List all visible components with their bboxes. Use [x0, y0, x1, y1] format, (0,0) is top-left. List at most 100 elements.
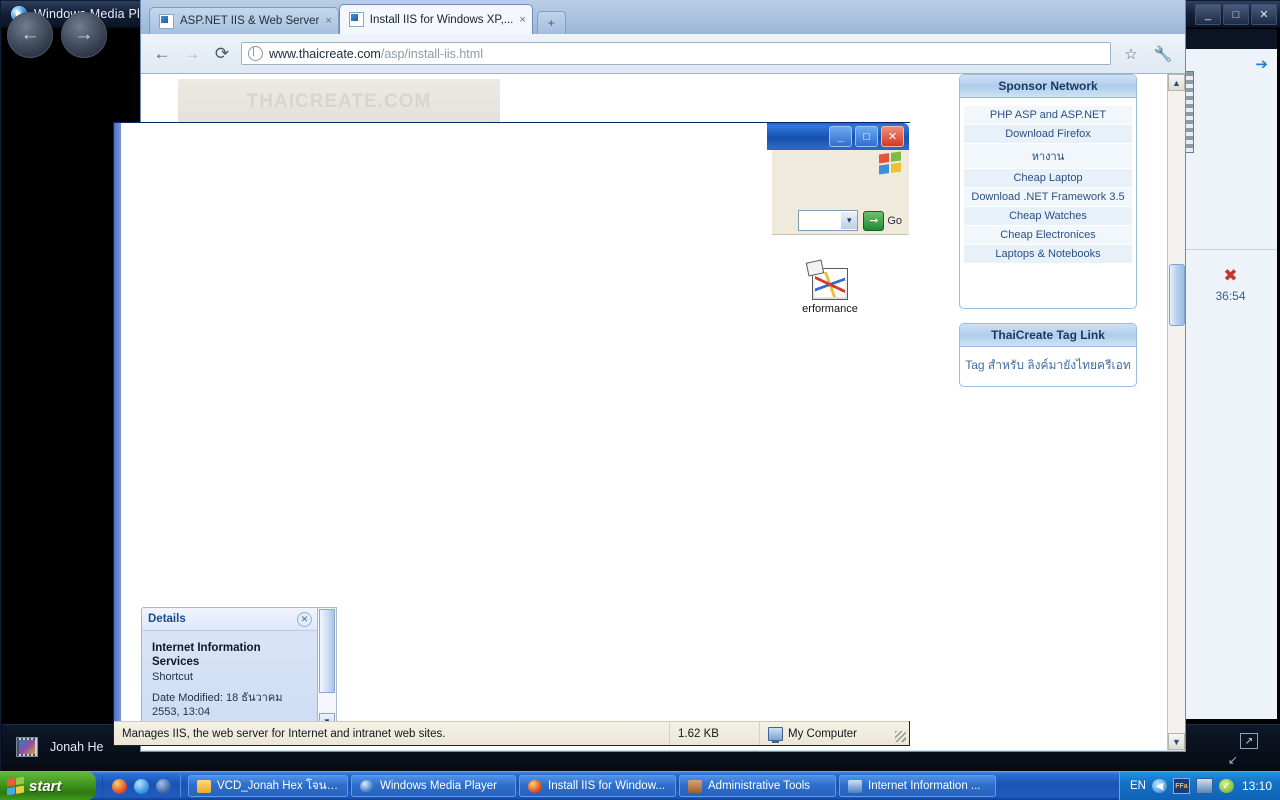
taskbar-clock[interactable]: 13:10 — [1242, 779, 1272, 793]
explorer-toolbar[interactable] — [772, 175, 909, 208]
browser-toolbar[interactable]: ← → ⟳ www.thaicreate.com/asp/install-iis… — [141, 34, 1185, 74]
browser-tab-2-label: Install IIS for Windows XP,... — [369, 13, 514, 26]
scroll-up-arrow-icon[interactable]: ▲ — [1168, 74, 1185, 91]
sponsor-link[interactable]: หางาน — [964, 144, 1132, 169]
wmp-playlist-panel[interactable]: ➔ ✖ 36:54 — [1180, 29, 1277, 719]
windows-flag-icon — [7, 776, 24, 796]
forward-button-icon[interactable]: → — [181, 43, 203, 65]
details-panel-header[interactable]: Details ✕ — [142, 608, 318, 631]
explorer-window[interactable]: erformance Details ✕ Internet Informatio… — [113, 122, 910, 746]
explorer-minimize-button[interactable]: _ — [829, 126, 852, 147]
film-icon — [16, 737, 38, 757]
sponsor-link[interactable]: Cheap Watches — [964, 207, 1132, 226]
tag-link-text[interactable]: Tag สำหรับ ลิงค์มายังไทยครีเอท — [960, 347, 1136, 386]
taskbar-window-buttons[interactable]: VCD_Jonah Hex โจนา... Windows Media Play… — [188, 775, 1119, 797]
reload-button-icon[interactable]: ⟳ — [211, 43, 233, 65]
security-shield-icon[interactable]: ✓ — [1218, 779, 1234, 793]
explorer-status-bar: Manages IIS, the web server for Internet… — [114, 721, 909, 745]
explorer-go-label: Go — [887, 214, 902, 227]
previous-icon[interactable]: ◀ — [1151, 779, 1167, 793]
explorer-left-pane-edge — [114, 123, 121, 745]
explorer-go-button[interactable]: ➞ Go — [863, 210, 902, 231]
browser-tab-strip[interactable]: ASP.NET IIS & Web Server × Install IIS f… — [141, 0, 1185, 34]
taskbar-button-label: Internet Information ... — [868, 780, 981, 792]
address-bar[interactable]: www.thaicreate.com/asp/install-iis.html — [241, 42, 1111, 65]
browser-icon — [528, 779, 542, 793]
taskbar-button-label: Install IIS for Window... — [548, 780, 665, 792]
wmp-resize-handle[interactable]: ↙ — [1228, 753, 1238, 767]
taskbar-button-admin-tools[interactable]: Administrative Tools — [679, 775, 836, 797]
browser-opera-icon[interactable] — [112, 778, 127, 794]
red-x-icon[interactable]: ✖ — [1184, 266, 1277, 286]
wmp-minimize-button[interactable]: _ — [1195, 4, 1221, 25]
explorer-close-button[interactable]: ✕ — [881, 126, 904, 147]
explorer-address-bar[interactable]: ▾ ➞ Go — [772, 207, 909, 235]
taskbar-button-wmp[interactable]: Windows Media Player — [351, 775, 516, 797]
taskbar-button-iis[interactable]: Internet Information ... — [839, 775, 996, 797]
taskbar-button-vcd[interactable]: VCD_Jonah Hex โจนา... — [188, 775, 348, 797]
page-vertical-scrollbar[interactable]: ▲ ▼ — [1167, 74, 1185, 750]
status-location-text: My Computer — [788, 727, 858, 740]
taskbar-button-label: Windows Media Player — [380, 780, 497, 792]
network-icon[interactable] — [1195, 778, 1213, 794]
bookmark-star-icon[interactable]: ☆ — [1119, 43, 1143, 65]
start-button[interactable]: start — [0, 772, 96, 800]
sponsor-link[interactable]: Download .NET Framework 3.5 — [964, 188, 1132, 207]
blue-right-arrow-icon[interactable]: ➔ — [1255, 55, 1268, 73]
firefox-alert-icon[interactable]: FFa — [1172, 778, 1190, 794]
details-panel[interactable]: Details ✕ Internet Information Services … — [141, 607, 319, 731]
explorer-maximize-button[interactable]: □ — [855, 126, 878, 147]
back-button-icon[interactable]: ← — [151, 43, 173, 65]
scroll-down-arrow-icon[interactable]: ▼ — [1168, 733, 1185, 750]
resize-grip-icon[interactable] — [895, 731, 906, 742]
system-tray[interactable]: EN ◀ FFa ✓ 13:10 — [1118, 772, 1280, 800]
start-button-label: start — [29, 777, 62, 795]
details-panel-title: Details — [148, 613, 186, 625]
explorer-menu-bar[interactable] — [772, 150, 909, 176]
close-icon[interactable]: ✕ — [297, 611, 312, 627]
sponsor-network-links[interactable]: PHP ASP and ASP.NET Download Firefox หาง… — [960, 98, 1136, 308]
browser-tab-2[interactable]: Install IIS for Windows XP,... × — [338, 4, 533, 34]
wmp-window-buttons[interactable]: _ □ ✕ — [1195, 4, 1277, 25]
explorer-pane-scrollbar[interactable]: ▼ — [317, 607, 337, 731]
wmp-now-playing: Jonah He — [16, 737, 104, 757]
sponsor-link[interactable]: Cheap Electronices — [964, 226, 1132, 245]
quick-launch-bar[interactable] — [102, 775, 181, 797]
status-hint-text: Manages IIS, the web server for Internet… — [114, 722, 670, 745]
wmp-close-button[interactable]: ✕ — [1251, 4, 1277, 25]
browser-tab-1[interactable]: ASP.NET IIS & Web Server × — [149, 7, 339, 34]
sponsor-network-heading: Sponsor Network — [960, 75, 1136, 98]
wmp-restore-button[interactable]: ↗ — [1240, 733, 1258, 749]
wmp-playlist-footer[interactable]: ✖ 36:54 — [1184, 250, 1277, 386]
explorer-title-bar[interactable]: _ □ ✕ — [767, 123, 909, 150]
browser-tab-1-close-icon[interactable]: × — [325, 15, 331, 27]
sponsor-link[interactable]: PHP ASP and ASP.NET — [964, 106, 1132, 125]
wmp-maximize-button[interactable]: □ — [1223, 4, 1249, 25]
my-computer-icon — [768, 726, 783, 743]
sponsor-link[interactable]: Cheap Laptop — [964, 169, 1132, 188]
scroll-thumb[interactable] — [1169, 264, 1185, 326]
details-item-type: Shortcut — [152, 670, 193, 683]
details-panel-body: Internet Information Services Shortcut D… — [142, 631, 318, 719]
wmp-playlist-item[interactable]: ➔ — [1180, 49, 1277, 250]
taskbar-button-install-iis[interactable]: Install IIS for Window... — [519, 775, 676, 797]
wmp-duration-label: 36:54 — [1215, 289, 1246, 303]
language-indicator[interactable]: EN — [1130, 780, 1146, 792]
forward-arrow-icon[interactable]: → — [61, 12, 107, 58]
sponsor-link[interactable]: Laptops & Notebooks — [964, 245, 1132, 264]
browser-tab-2-close-icon[interactable]: × — [519, 14, 525, 26]
explorer-item-performance[interactable]: erformance — [802, 268, 858, 315]
url-path: /asp/install-iis.html — [380, 46, 483, 61]
chevron-down-icon[interactable]: ▾ — [841, 212, 858, 229]
explorer-pane-scroll-thumb[interactable] — [319, 609, 335, 693]
media-icon[interactable] — [156, 778, 171, 794]
sponsor-link[interactable]: Download Firefox — [964, 125, 1132, 144]
taskbar[interactable]: start VCD_Jonah Hex โจนา... Windows Medi… — [0, 771, 1280, 800]
back-arrow-icon[interactable]: ← — [7, 12, 53, 58]
taskbar-button-label: VCD_Jonah Hex โจนา... — [217, 780, 339, 792]
explorer-address-combo[interactable]: ▾ — [798, 210, 859, 231]
taskbar-button-label: Administrative Tools — [708, 780, 811, 792]
wrench-icon[interactable]: 🔧 — [1151, 43, 1175, 65]
internet-explorer-icon[interactable] — [134, 778, 149, 794]
new-tab-button[interactable]: + — [536, 11, 566, 34]
